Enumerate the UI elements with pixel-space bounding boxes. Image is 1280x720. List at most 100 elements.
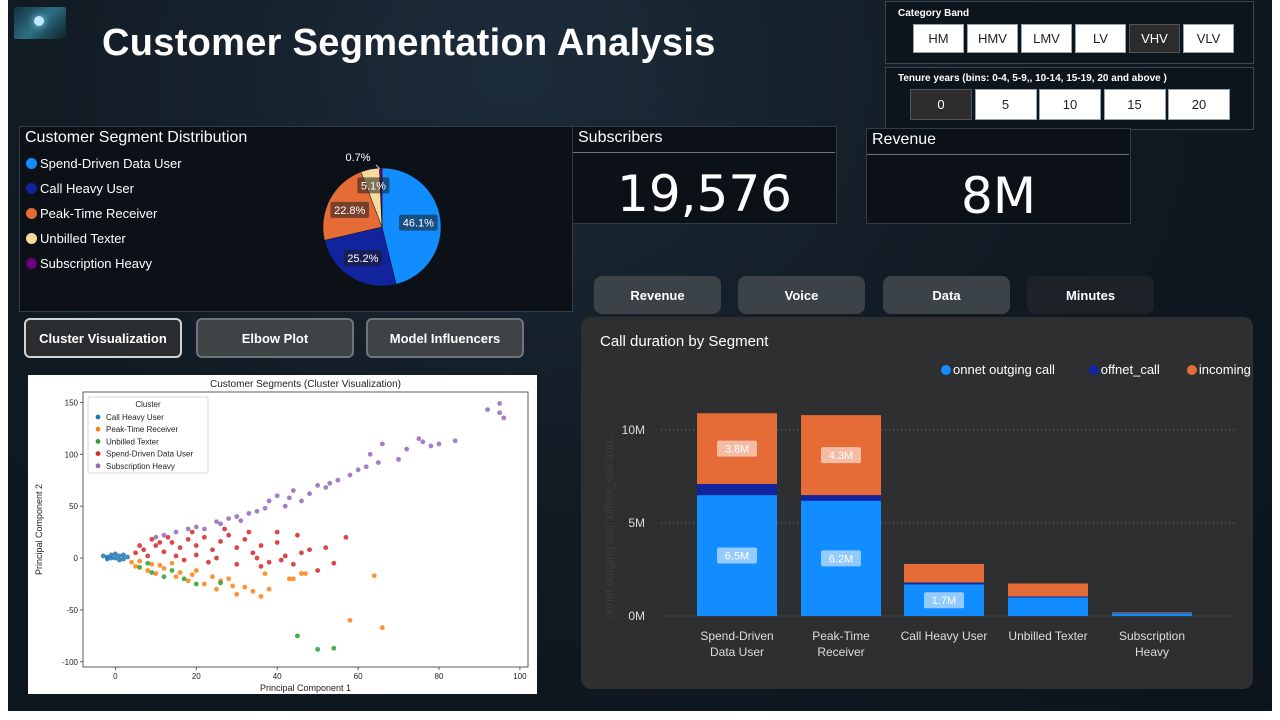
legend-incoming-call: incoming call [1199,362,1253,377]
x-tick-label-call-heavy-user: Call Heavy User [901,629,988,643]
legend-marker [941,365,951,375]
scatter-point-subscription-heavy [363,464,369,470]
band-option-lmv[interactable]: LMV [1021,24,1072,53]
scatter-point-spend-driven-data-user [295,532,300,538]
bar-onnet-outging-call-unbilled-texter [1008,597,1088,616]
y-tick-label: -100 [62,658,79,667]
data-label: 1.7M [932,595,956,607]
scatter-point-peak-time-receiver [242,584,248,590]
legend-offnet-call: offnet_call [1101,362,1160,377]
band-option-hm[interactable]: HM [913,24,964,53]
subscribers-card: Subscribers 19,576 [572,126,837,224]
scatter-point-spend-driven-data-user [234,545,240,551]
scatter-legend-spend-driven-data-user: Spend-Driven Data User [106,450,193,459]
revenue-value: 8M [961,167,1036,225]
band-option-hmv[interactable]: HMV [967,24,1018,53]
y-axis-label: onnet outging call, offnet_call and... [602,431,616,620]
scatter-legend-marker [95,426,101,432]
scatter-point-spend-driven-data-user [278,557,284,563]
scatter-point-subscription-heavy [420,439,426,445]
x-tick-label-spend-driven-data-user: Spend-Driven [700,629,773,643]
scatter-point-subscription-heavy [379,441,385,447]
band-option-lv[interactable]: LV [1075,24,1126,53]
scatter-point-spend-driven-data-user [331,560,337,566]
scatter-point-subscription-heavy [266,498,272,504]
band-option-vlv[interactable]: VLV [1183,24,1234,53]
scatter-point-peak-time-receiver [299,571,304,577]
scatter-legend-subscription-heavy: Subscription Heavy [106,462,175,471]
x-axis-label: Principal Component 1 [260,683,351,693]
data-label: 6.2M [829,553,853,565]
y-tick-label: 150 [65,398,79,407]
scatter-point-subscription-heavy [335,477,341,483]
scatter-point-peak-time-receiver [157,562,163,568]
scatter-point-spend-driven-data-user [266,559,272,565]
scatter-point-call-heavy-user [121,552,126,558]
cluster-visualization-button[interactable]: Cluster Visualization [24,318,182,358]
tenure-option-0[interactable]: 0 [910,89,972,120]
scatter-point-subscription-heavy [396,457,401,462]
scatter-point-peak-time-receiver [173,574,179,580]
call-duration-bar-chart: Call duration by Segment 0M 5M 10M onnet out… [600,333,1272,659]
scatter-point-peak-time-receiver [177,570,183,575]
tab-data[interactable]: Data [883,276,1010,314]
bar-incoming-call-subscription-heavy [1112,612,1192,613]
tenure-option-5[interactable]: 5 [974,89,1037,120]
band-option-vhv[interactable]: VHV [1129,24,1180,53]
x-tick-label: 0 [113,672,118,681]
tab-voice[interactable]: Voice [738,276,865,314]
scatter-point-subscription-heavy [367,451,373,457]
scatter-point-peak-time-receiver [201,581,207,587]
scatter-point-spend-driven-data-user [169,540,175,545]
scatter-point-subscription-heavy [315,482,321,488]
bar-offnet-call-call-heavy-user [904,582,984,585]
scatter-point-subscription-heavy [327,480,333,486]
scatter-point-subscription-heavy [161,532,167,538]
scatter-legend-peak-time-receiver: Peak-Time Receiver [106,425,179,434]
scatter-point-call-heavy-user [112,551,118,557]
scatter-point-subscription-heavy [282,503,288,509]
tenure-option-15[interactable]: 15 [1103,89,1166,120]
scatter-point-peak-time-receiver [161,566,167,571]
x-tick-label-peak-time-receiver: Peak-Time [812,629,870,643]
scatter-legend-marker [95,451,101,456]
scatter-point-subscription-heavy [246,511,252,516]
scatter-point-unbilled-texter [137,564,143,570]
scatter-point-spend-driven-data-user [246,529,252,535]
scatter-point-subscription-heavy [299,498,304,504]
scatter-point-peak-time-receiver [226,576,232,582]
model-influencers-button[interactable]: Model Influencers [366,318,524,358]
bar-offnet-call-spend-driven-data-user [697,483,777,496]
scatter-point-subscription-heavy [375,460,381,465]
tab-minutes[interactable]: Minutes [1027,276,1154,314]
x-tick-label-subscription-heavy: Subscription [1119,629,1185,643]
y-tick-label: 0 [74,554,79,563]
scatter-point-spend-driven-data-user [201,534,207,540]
scatter-point-unbilled-texter [145,560,151,566]
elbow-plot-button[interactable]: Elbow Plot [196,318,354,358]
bar-onnet-outging-call-subscription-heavy [1112,613,1192,616]
scatter-point-peak-time-receiver [347,617,353,623]
scatter-point-peak-time-receiver [262,571,268,577]
scatter-point-spend-driven-data-user [193,552,199,558]
scatter-point-spend-driven-data-user [254,555,260,561]
scatter-point-spend-driven-data-user [242,536,248,542]
scatter-point-spend-driven-data-user [185,536,191,542]
x-tick-label-peak-time-receiver: Receiver [817,645,864,659]
scatter-point-subscription-heavy [347,472,353,478]
scatter-legend-unbilled-texter: Unbilled Texter [106,437,159,446]
scatter-legend-marker [95,439,101,444]
scatter-point-subscription-heavy [497,410,503,416]
scatter-point-peak-time-receiver [371,573,377,579]
y-tick-label: 100 [65,450,79,459]
tenure-option-10[interactable]: 10 [1039,89,1101,120]
scatter-point-subscription-heavy [274,493,280,499]
tenure-option-20[interactable]: 20 [1168,89,1230,120]
scatter-point-subscription-heavy [436,441,442,447]
scatter-point-call-heavy-user [108,555,114,561]
scatter-point-spend-driven-data-user [193,543,199,548]
scatter-point-call-heavy-user [104,556,110,562]
scatter-point-unbilled-texter [295,633,300,639]
pie-label-peak-time-receiver: 22.8% [334,205,365,217]
tab-revenue[interactable]: Revenue [594,276,721,314]
